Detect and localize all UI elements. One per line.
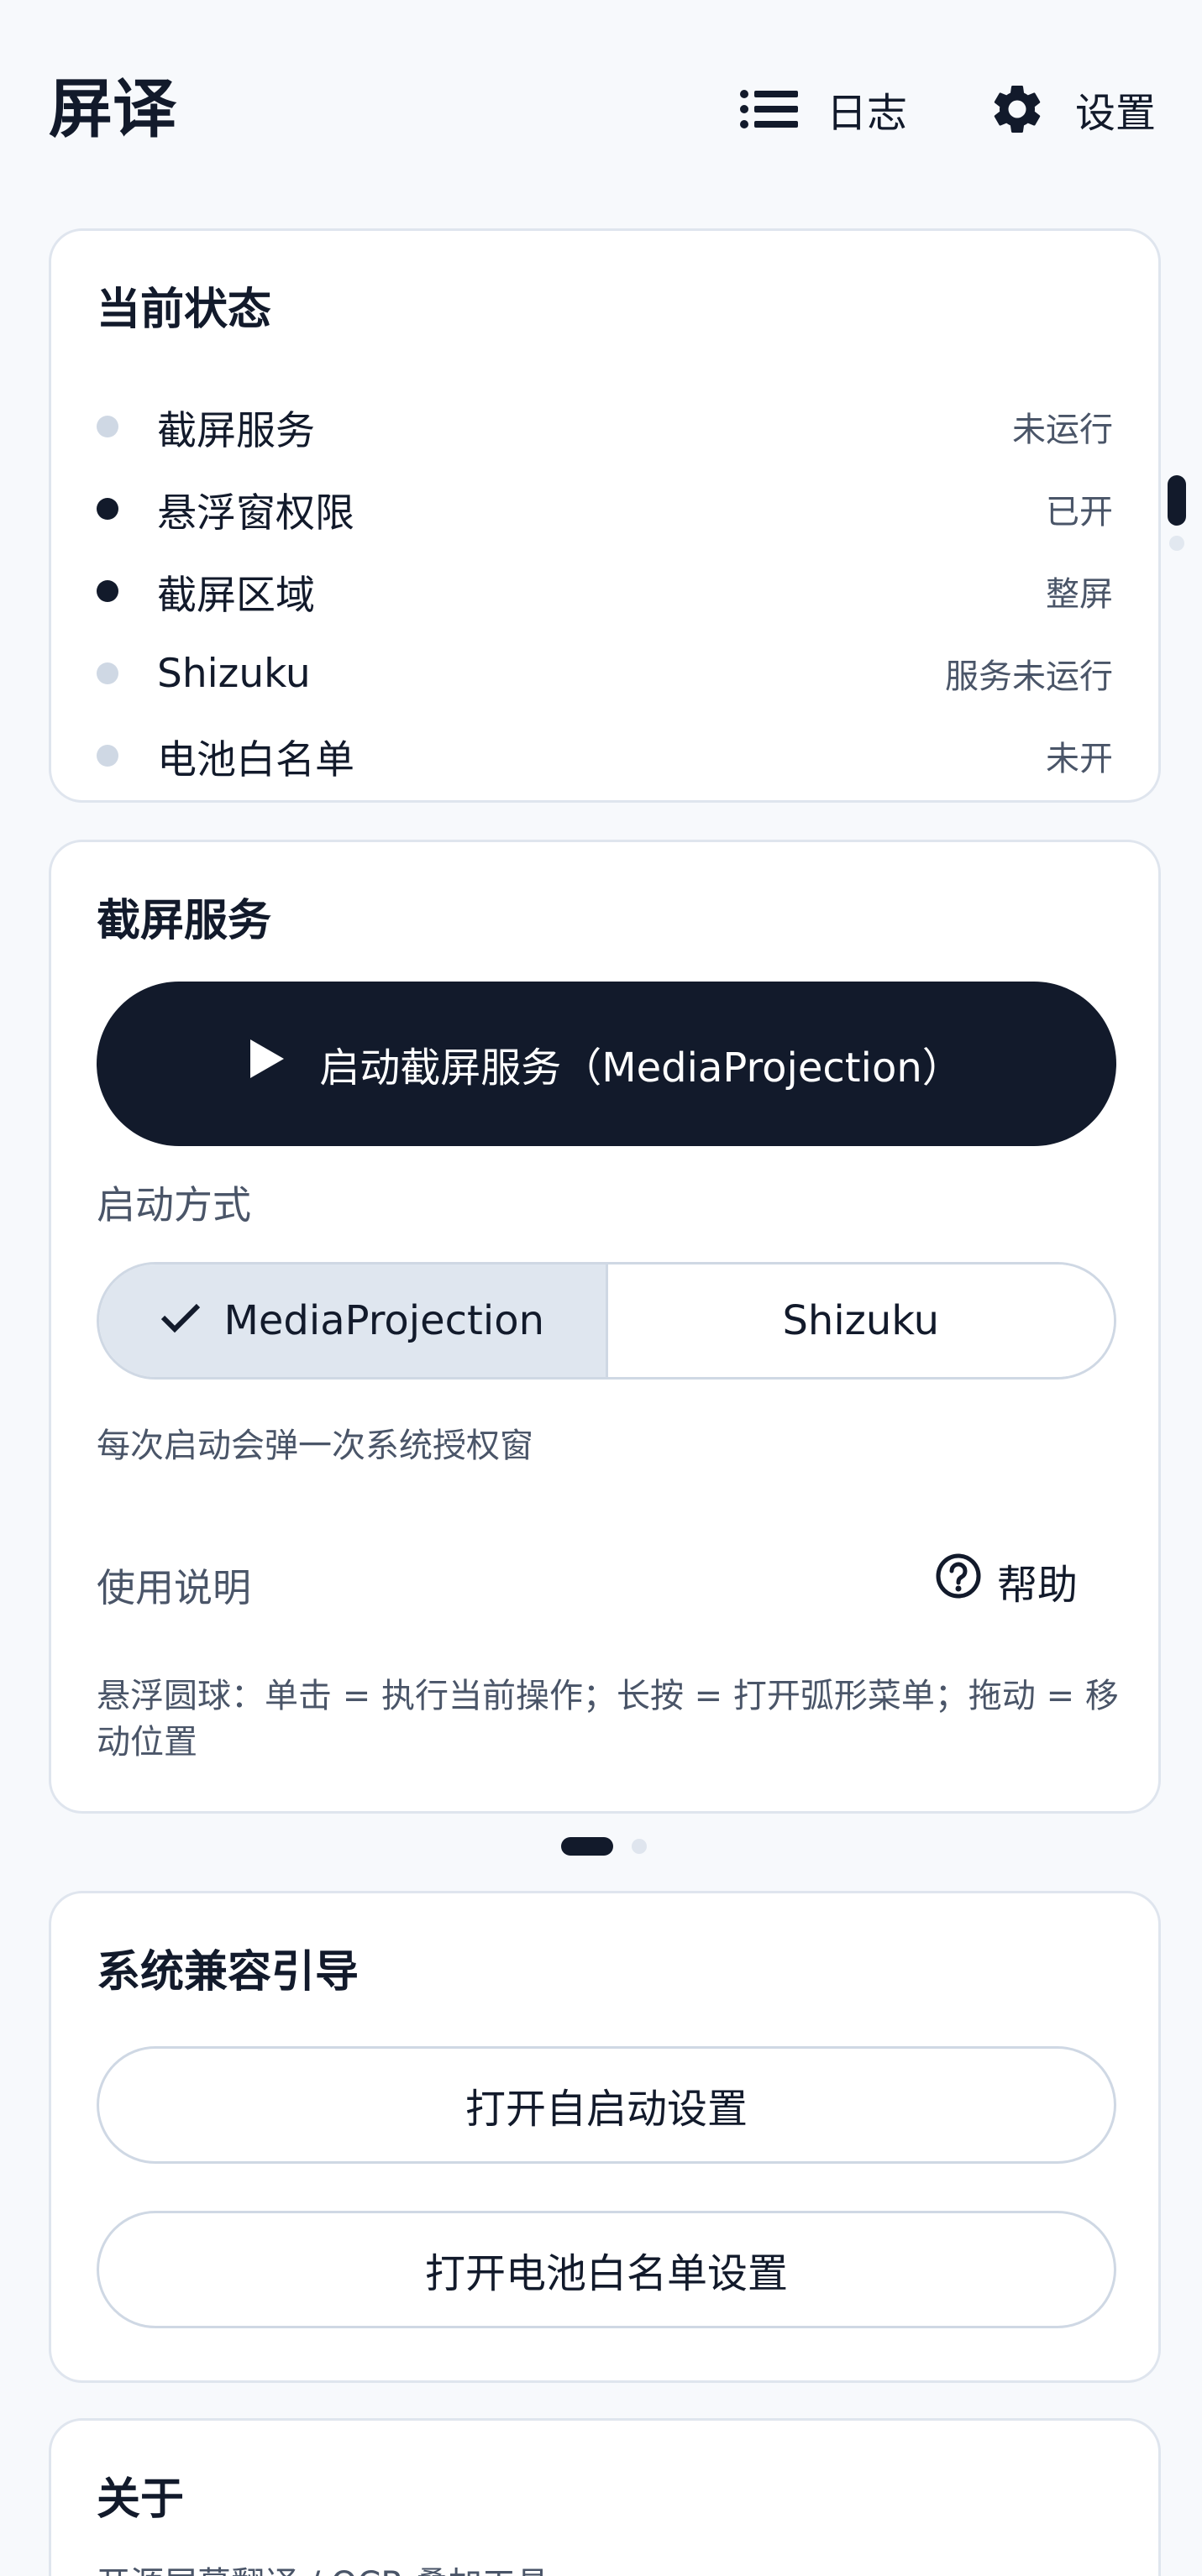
app-title: 屏译 (49, 71, 176, 146)
service-card-title: 截屏服务 (97, 896, 272, 946)
start-capture-button-label: 启动截屏服务（MediaProjection） (319, 1045, 963, 1092)
status-dot-icon (97, 498, 118, 520)
status-dot-icon (97, 662, 118, 684)
status-dot-icon (97, 580, 118, 602)
status-label: 截屏服务 (157, 407, 315, 454)
status-value: 服务未运行 (945, 657, 1113, 696)
pager-indicator-active[interactable] (561, 1837, 613, 1856)
launch-mode-selector: MediaProjection Shizuku (97, 1262, 1116, 1380)
launch-mode-hint: 每次启动会弹一次系统授权窗 (97, 1427, 533, 1465)
status-value: 未运行 (1012, 411, 1113, 449)
status-row-overlay-permission: 悬浮窗权限 已开 (97, 479, 1113, 538)
settings-button[interactable]: 设置 (988, 76, 1156, 143)
capture-service-card: 截屏服务 启动截屏服务（MediaProjection） 启动方式 MediaP… (49, 840, 1161, 1814)
compat-card-title: 系统兼容引导 (97, 1947, 360, 1997)
pager-indicator-inactive[interactable] (632, 1839, 647, 1854)
about-card-title: 关于 (97, 2474, 185, 2525)
scroll-thumb[interactable] (1168, 475, 1186, 526)
status-label: 截屏区域 (157, 572, 315, 619)
scroll-dot (1169, 536, 1184, 551)
mode-option-label: MediaProjection (223, 1297, 544, 1344)
status-label: 悬浮窗权限 (157, 490, 354, 537)
mode-option-label: Shizuku (782, 1297, 940, 1344)
mode-option-shizuku[interactable]: Shizuku (607, 1264, 1114, 1377)
log-button[interactable]: 日志 (739, 76, 907, 143)
check-icon (160, 1297, 202, 1344)
about-card: 关于 开源屏幕翻译 / OCR 叠加工具 (49, 2418, 1161, 2576)
usage-description: 悬浮圆球：单击 = 执行当前操作；长按 = 打开弧形菜单；拖动 = 移动位置 (97, 1677, 1119, 1762)
compat-guide-card: 系统兼容引导 打开自启动设置 打开电池白名单设置 (49, 1891, 1161, 2383)
help-circle-icon (935, 1552, 982, 1610)
status-value: 未开 (1046, 740, 1113, 778)
status-label: 电池白名单 (157, 736, 354, 783)
play-icon (250, 1039, 285, 1088)
gear-icon (988, 80, 1047, 139)
status-card-title: 当前状态 (97, 285, 272, 335)
log-button-label: 日志 (827, 90, 908, 137)
status-value: 整屏 (1046, 575, 1113, 614)
status-row-battery-whitelist: 电池白名单 未开 (97, 726, 1113, 785)
open-battery-whitelist-button[interactable]: 打开电池白名单设置 (97, 2211, 1116, 2328)
status-value: 已开 (1046, 493, 1113, 531)
about-subtitle: 开源屏幕翻译 / OCR 叠加工具 (97, 2557, 549, 2576)
status-card: 当前状态 截屏服务 未运行 悬浮窗权限 已开 截屏区域 整屏 Shizuku 服… (49, 228, 1161, 803)
help-button[interactable]: 帮助 (935, 1547, 1078, 1615)
status-label: Shizuku (157, 650, 311, 697)
usage-label: 使用说明 (97, 1565, 251, 1610)
open-autostart-settings-button[interactable]: 打开自启动设置 (97, 2046, 1116, 2164)
status-row-shizuku: Shizuku 服务未运行 (97, 644, 1113, 703)
mode-option-mediaprojection[interactable]: MediaProjection (99, 1264, 608, 1377)
status-row-capture-service: 截屏服务 未运行 (97, 397, 1113, 456)
status-dot-icon (97, 416, 118, 437)
launch-mode-label: 启动方式 (97, 1182, 251, 1228)
settings-button-label: 设置 (1075, 90, 1157, 137)
start-capture-button[interactable]: 启动截屏服务（MediaProjection） (97, 982, 1116, 1146)
top-app-bar: 屏译 日志 设置 (0, 0, 1202, 218)
status-row-capture-area: 截屏区域 整屏 (97, 562, 1113, 620)
status-dot-icon (97, 745, 118, 767)
list-icon (739, 88, 798, 130)
help-button-label: 帮助 (997, 1562, 1079, 1609)
